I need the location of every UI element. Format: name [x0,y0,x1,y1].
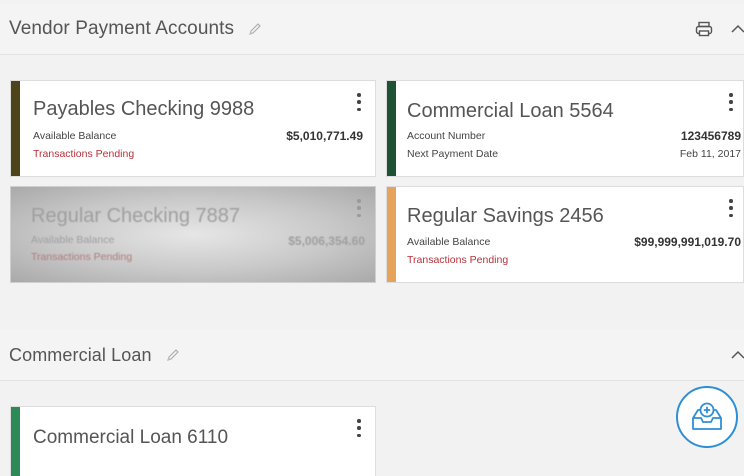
transactions-pending-label[interactable]: Transactions Pending [407,254,508,266]
card-accent [387,81,396,176]
card-title: Regular Checking 7887 [31,205,241,227]
account-card-payables-checking[interactable]: Payables Checking 9988 Available Balance… [10,80,376,177]
printer-icon[interactable] [692,17,716,41]
chevron-up-icon[interactable] [726,343,744,367]
card-title: Regular Savings 2456 [407,205,604,227]
available-balance-value: $5,010,771.49 [286,129,363,143]
more-options-icon[interactable] [725,197,737,219]
page: Vendor Payment Accounts Payables Checkin… [0,0,744,476]
card-title: Payables Checking 9988 [33,98,255,120]
account-card-regular-checking[interactable]: Regular Checking 7887 Available Balance … [10,186,376,283]
header-actions [692,4,744,54]
account-number-value: 123456789 [680,129,741,143]
card-accent [387,187,396,282]
more-options-icon[interactable] [353,91,365,113]
section-title: Vendor Payment Accounts [9,18,235,39]
card-title: Commercial Loan 5564 [407,100,614,122]
available-balance-value: $99,999,991,019.70 [634,235,741,249]
section-header-vendor-payment-accounts: Vendor Payment Accounts [0,4,744,55]
more-options-icon[interactable] [725,91,737,113]
available-balance-label: Available Balance [407,236,491,248]
section-title: Commercial Loan [9,344,152,365]
available-balance-label: Available Balance [31,234,115,246]
account-card-commercial-loan-5564[interactable]: Commercial Loan 5564 Account Number 1234… [386,80,744,177]
inbox-add-icon [690,402,724,432]
section-header-commercial-loan: Commercial Loan [0,330,744,381]
card-title: Commercial Loan 6110 [33,427,229,448]
card-accent [11,407,20,476]
transactions-pending-label[interactable]: Transactions Pending [31,251,132,263]
account-card-commercial-loan-6110[interactable]: Commercial Loan 6110 [10,406,376,476]
chevron-up-icon[interactable] [726,17,744,41]
card-accent [11,81,20,176]
account-number-label: Account Number [407,130,486,142]
available-balance-value: $5,006,354.60 [288,234,365,248]
more-options-icon[interactable] [353,417,365,439]
next-payment-date-value: Feb 11, 2017 [679,148,741,160]
available-balance-label: Available Balance [33,130,117,142]
transactions-pending-label[interactable]: Transactions Pending [33,148,134,160]
account-card-regular-savings[interactable]: Regular Savings 2456 Available Balance $… [386,186,744,283]
header-actions [726,330,744,380]
add-to-inbox-button[interactable] [676,386,738,448]
pencil-icon[interactable] [166,348,180,362]
more-options-icon[interactable] [353,197,365,219]
pencil-icon[interactable] [248,22,262,36]
next-payment-date-label: Next Payment Date [407,148,499,160]
